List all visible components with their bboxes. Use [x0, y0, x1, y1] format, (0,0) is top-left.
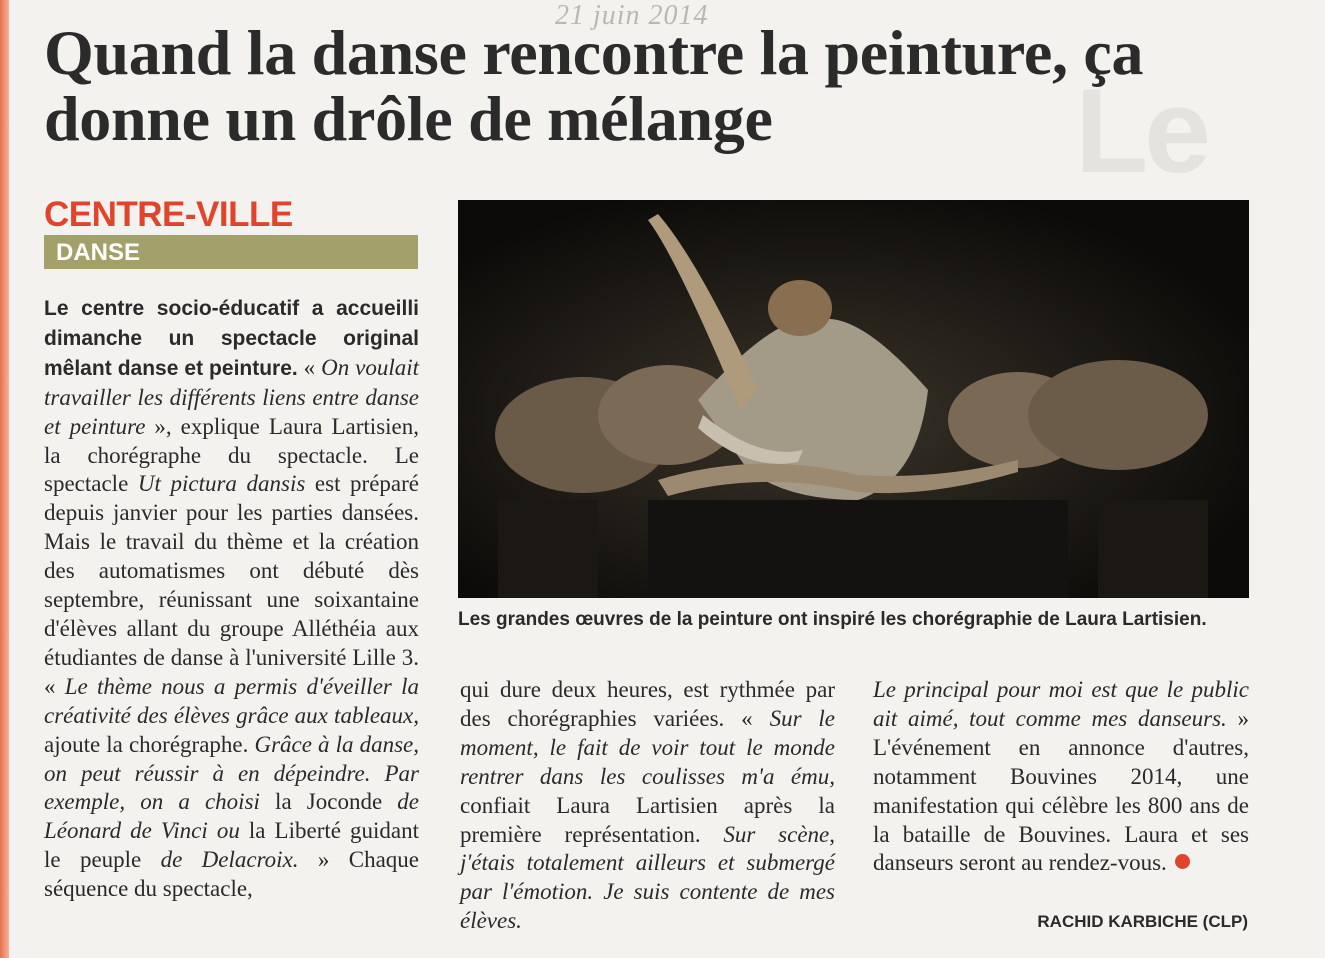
article-column-1: Le centre socio-éducatif a accueilli dim… [44, 294, 419, 904]
category-band: DANSE [44, 235, 418, 269]
section-title: CENTRE-VILLE [44, 195, 293, 234]
byline: RACHID KARBICHE (CLP) [1037, 912, 1248, 931]
end-mark-icon [1174, 854, 1190, 870]
page-edge [0, 0, 9, 958]
article-column-3: Le principal pour moi est que le public … [873, 676, 1249, 878]
text-run: « [297, 354, 322, 380]
text-run: la Joconde [259, 789, 398, 815]
dancers-illustration [458, 200, 1249, 598]
text-run: ajoute la chorégraphe. [44, 731, 255, 757]
headline: Quand la danse rencontre la peinture, ça… [44, 17, 1144, 154]
quote-run: Le principal pour moi est que le public … [873, 677, 1249, 731]
text-run: » L'événement en annonce d'autres, notam… [873, 705, 1249, 876]
quote-run: Le thème nous a permis d'éveiller la cré… [44, 673, 419, 728]
article-column-2: qui dure deux heures, est rythmée par de… [460, 676, 835, 936]
dance-photo [458, 200, 1249, 598]
title-run: Ut pictura dansis [137, 471, 306, 497]
category-label: DANSE [56, 239, 141, 266]
text-run: est préparé depuis janvier pour les part… [44, 471, 419, 699]
photo-caption: Les grandes œuvres de la peinture ont in… [458, 609, 1207, 630]
quote-run: de Delacroix. [160, 847, 299, 873]
